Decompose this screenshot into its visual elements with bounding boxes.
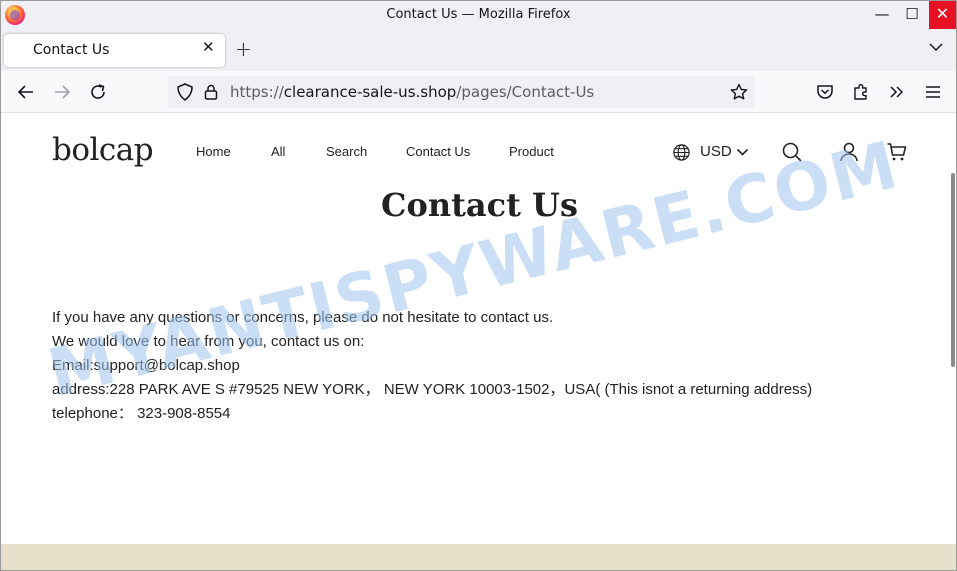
url-host: clearance-sale-us.shop	[283, 83, 457, 101]
tab-strip: Contact Us ✕ +	[1, 29, 956, 71]
extensions-puzzle-icon[interactable]	[851, 82, 871, 102]
nav-product[interactable]: Product	[509, 144, 554, 159]
nav-all[interactable]: All	[271, 144, 285, 159]
page-title: Contact Us	[381, 186, 578, 224]
nav-contact-us[interactable]: Contact Us	[406, 144, 470, 159]
chevron-double-right-icon[interactable]	[887, 82, 907, 102]
nav-home[interactable]: Home	[196, 144, 231, 159]
contact-intro: If you have any questions or concerns, p…	[52, 309, 554, 326]
bookmark-star-icon[interactable]	[729, 82, 749, 102]
pocket-icon[interactable]	[815, 82, 835, 102]
tab-close-icon[interactable]: ✕	[202, 38, 215, 56]
url-scheme: https://	[230, 83, 284, 101]
shield-icon[interactable]	[175, 82, 195, 102]
forward-arrow-icon[interactable]	[52, 82, 72, 102]
back-arrow-icon[interactable]	[16, 82, 36, 102]
chevron-down-icon[interactable]	[928, 39, 944, 55]
cart-icon[interactable]	[886, 141, 908, 163]
page-scrollbar[interactable]	[951, 173, 955, 367]
title-bar: Contact Us — Mozilla Firefox — ☐ ✕	[1, 1, 956, 29]
web-page: bolcap Home All Search Contact Us Produc…	[1, 113, 956, 570]
contact-telephone: telephone： 323-908-8554	[52, 405, 231, 422]
contact-address: address:228 PARK AVE S #79525 NEW YORK， …	[52, 381, 813, 398]
hamburger-menu-icon[interactable]	[923, 82, 943, 102]
globe-icon	[673, 144, 690, 161]
url-text[interactable]: https://clearance-sale-us.shop/pages/Con…	[230, 83, 594, 101]
reload-icon[interactable]	[88, 82, 108, 102]
url-bar[interactable]: https://clearance-sale-us.shop/pages/Con…	[168, 76, 755, 108]
search-icon[interactable]	[781, 141, 803, 163]
lock-icon[interactable]	[201, 82, 221, 102]
new-tab-button[interactable]: +	[235, 37, 252, 61]
contact-invite: We would love to hear from you, contact …	[52, 333, 365, 350]
navigation-toolbar: https://clearance-sale-us.shop/pages/Con…	[1, 71, 956, 113]
currency-label: USD	[700, 143, 732, 160]
footer-band	[1, 544, 956, 570]
site-logo[interactable]: bolcap	[52, 132, 154, 168]
firefox-window: Contact Us — Mozilla Firefox — ☐ ✕ Conta…	[0, 0, 957, 571]
contact-email: Email:support@bolcap.shop	[52, 357, 240, 374]
window-title: Contact Us — Mozilla Firefox	[386, 7, 571, 22]
close-window-button[interactable]: ✕	[929, 1, 956, 29]
account-user-icon[interactable]	[838, 141, 860, 163]
contact-info: If you have any questions or concerns, p…	[52, 306, 812, 426]
minimize-button[interactable]: —	[867, 1, 897, 29]
chevron-down-icon	[736, 148, 749, 156]
maximize-button[interactable]: ☐	[897, 1, 927, 29]
url-path: /pages/Contact-Us	[456, 83, 595, 101]
tab-label: Contact Us	[33, 42, 110, 58]
nav-search[interactable]: Search	[326, 144, 367, 159]
tab-contact-us[interactable]: Contact Us ✕	[4, 34, 225, 67]
